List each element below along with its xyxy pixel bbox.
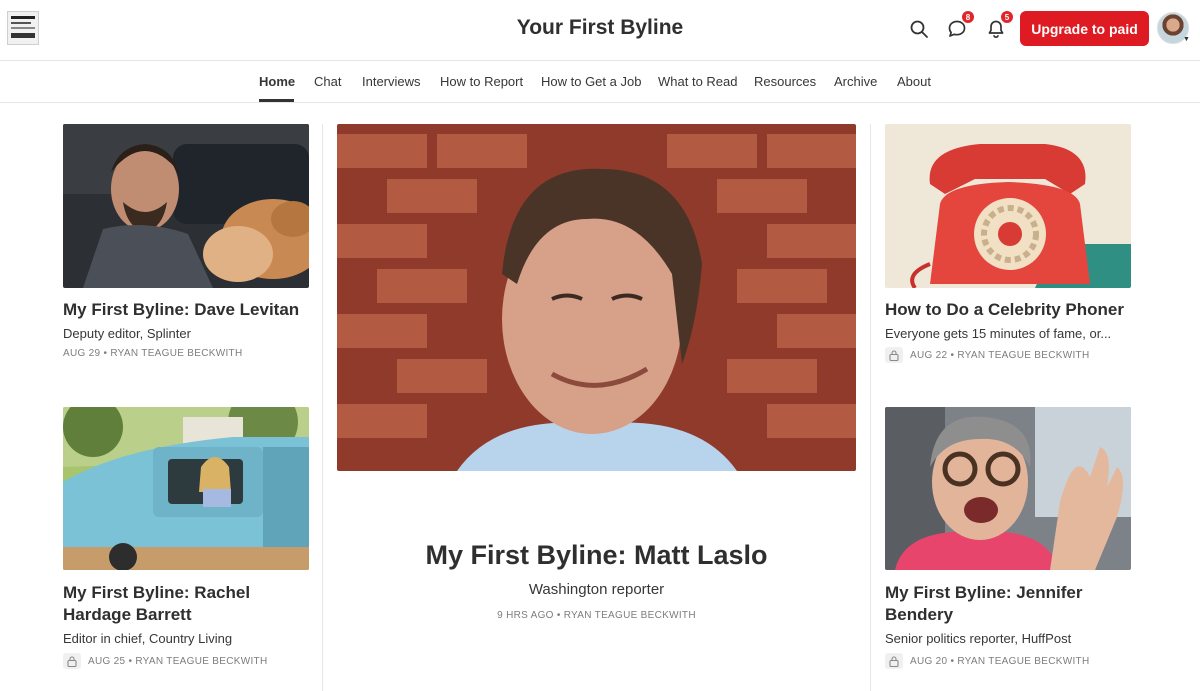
chat-icon[interactable]: 8 <box>945 10 975 41</box>
post-subtitle-dave: Deputy editor, Splinter <box>63 326 191 341</box>
active-tab-indicator <box>259 99 294 102</box>
post-title-dave[interactable]: My First Byline: Dave Levitan <box>63 299 309 321</box>
nav-about[interactable]: About <box>897 74 931 89</box>
post-title-rachel[interactable]: My First Byline: Rachel Hardage Barrett <box>63 582 309 626</box>
post-title-phoner[interactable]: How to Do a Celebrity Phoner <box>885 299 1131 321</box>
post-meta-dave: AUG 29 • RYAN TEAGUE BECKWITH <box>63 348 242 359</box>
post-subtitle-phoner: Everyone gets 15 minutes of fame, or... <box>885 326 1112 341</box>
bell-icon[interactable]: 5 <box>984 10 1014 41</box>
post-meta-text: AUG 29 • RYAN TEAGUE BECKWITH <box>63 348 243 359</box>
post-title-jennifer[interactable]: My First Byline: Jennifer Bendery <box>885 582 1131 626</box>
upgrade-button[interactable]: Upgrade to paid <box>1020 11 1149 46</box>
post-meta-text: AUG 20 • RYAN TEAGUE BECKWITH <box>910 655 1090 667</box>
nav-resources[interactable]: Resources <box>754 74 816 89</box>
nav-chat[interactable]: Chat <box>314 74 341 89</box>
post-meta-rachel: AUG 25 • RYAN TEAGUE BECKWITH <box>63 653 267 669</box>
lock-icon <box>63 653 81 669</box>
chat-badge: 8 <box>961 10 975 24</box>
notification-badge: 5 <box>1000 10 1014 24</box>
publication-logo[interactable] <box>7 11 39 45</box>
search-icon[interactable] <box>907 17 931 41</box>
post-meta-text: AUG 22 • RYAN TEAGUE BECKWITH <box>910 349 1090 361</box>
post-meta-jennifer: AUG 20 • RYAN TEAGUE BECKWITH <box>885 653 1089 669</box>
post-subtitle-jennifer: Senior politics reporter, HuffPost <box>885 631 1072 646</box>
lock-icon <box>885 653 903 669</box>
post-thumbnail-dave[interactable] <box>63 124 309 288</box>
top-bar: Your First Byline 8 5 Upgrade to paid ▼ <box>0 0 1200 61</box>
post-meta-text: AUG 25 • RYAN TEAGUE BECKWITH <box>88 655 268 667</box>
featured-post-title[interactable]: My First Byline: Matt Laslo <box>337 540 856 571</box>
nav-how-to-get-a-job[interactable]: How to Get a Job <box>541 74 641 89</box>
nav-what-to-read[interactable]: What to Read <box>658 74 738 89</box>
nav-how-to-report[interactable]: How to Report <box>440 74 523 89</box>
featured-post-meta: 9 HRS AGO • RYAN TEAGUE BECKWITH <box>497 610 696 621</box>
column-divider-right <box>870 124 871 691</box>
lock-icon <box>885 347 903 363</box>
post-thumbnail-jennifer[interactable] <box>885 407 1131 570</box>
nav-archive[interactable]: Archive <box>834 74 877 89</box>
post-meta-phoner: AUG 22 • RYAN TEAGUE BECKWITH <box>885 347 1089 363</box>
column-divider-left <box>322 124 323 691</box>
post-subtitle-rachel: Editor in chief, Country Living <box>63 631 233 646</box>
chevron-down-icon[interactable]: ▼ <box>1183 36 1190 43</box>
featured-post-image[interactable] <box>337 124 856 471</box>
nav-interviews[interactable]: Interviews <box>362 74 421 89</box>
main-nav: Home Chat Interviews How to Report How t… <box>0 61 1200 103</box>
nav-home[interactable]: Home <box>259 74 295 89</box>
featured-post-subtitle: Washington reporter <box>528 581 665 598</box>
post-thumbnail-phoner[interactable] <box>885 124 1131 288</box>
post-thumbnail-rachel[interactable] <box>63 407 309 570</box>
